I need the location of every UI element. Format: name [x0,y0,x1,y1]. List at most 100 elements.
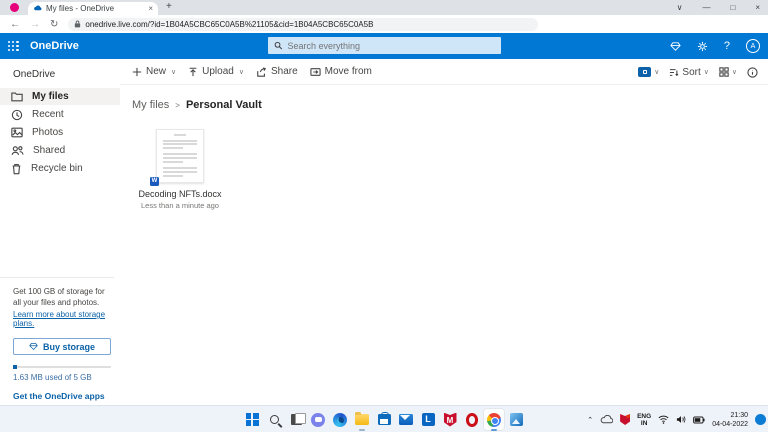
command-bar: New ∨ Upload ∨ Share Move from ∨ [120,59,768,85]
start-button[interactable] [241,408,263,431]
forward-icon[interactable]: → [30,19,40,30]
chrome-icon [487,413,501,427]
photos-app-icon [510,413,523,426]
thumb-line [163,171,197,173]
language-indicator[interactable]: ENG IN [637,413,651,427]
opera-button[interactable] [461,408,483,431]
chevron-down-icon: ∨ [654,68,659,76]
reload-icon[interactable]: ↻ [50,19,58,30]
account-avatar[interactable]: A [746,39,760,53]
upload-icon [188,67,198,77]
photos-icon [11,127,23,138]
storage-used-text: 1.63 MB used of 5 GB [13,373,114,382]
mcafee-shield-icon: M [444,413,457,427]
thumb-line [163,140,197,142]
search-input[interactable] [287,41,495,51]
clock[interactable]: 21:30 04-04-2022 [712,411,748,429]
sidebar-item-shared[interactable]: Shared [0,142,120,159]
new-button[interactable]: New ∨ [132,66,176,77]
move-from-button[interactable]: Move from [310,66,372,77]
move-from-label: Move from [325,66,372,77]
onedrive-tray-icon[interactable] [600,415,613,424]
sort-label: Sort [682,67,700,78]
chevron-down-icon: ∨ [239,68,244,76]
battery-icon[interactable] [693,416,705,424]
sidebar-item-recent[interactable]: Recent [0,106,120,123]
document-thumbnail [156,129,204,183]
edge-button[interactable] [329,408,351,431]
breadcrumb-current: Personal Vault [186,99,262,111]
mcafee-tray-icon[interactable] [620,414,630,425]
taskbar-search-button[interactable] [263,408,285,431]
sidebar-title: OneDrive [0,59,120,88]
window-maximize-icon[interactable]: □ [730,3,735,12]
language-line1: ENG [637,413,651,420]
settings-gear-icon[interactable] [697,41,708,52]
info-icon[interactable] [747,67,758,78]
sidebar-item-my-files[interactable]: My files [0,88,120,105]
main-content: New ∨ Upload ∨ Share Move from ∨ [120,59,768,405]
file-explorer-button[interactable] [351,408,373,431]
chevron-down-icon: ∨ [732,68,737,76]
thumb-line [163,147,183,149]
tab-close-icon[interactable]: × [148,4,153,13]
wifi-icon[interactable] [658,415,669,424]
mcafee-button[interactable]: M [439,408,461,431]
sidebar: OneDrive My files Recent Photos Shared R… [0,59,120,405]
sidebar-item-recycle-bin[interactable]: Recycle bin [0,160,120,177]
upload-button[interactable]: Upload ∨ [188,66,244,77]
storage-promo-text: Get 100 GB of storage for all your files… [13,286,111,308]
vault-status-button[interactable]: ∨ [638,67,659,77]
teams-chat-button[interactable] [307,408,329,431]
new-tab-button[interactable]: + [166,1,172,12]
window-close-icon[interactable]: × [755,3,760,12]
window-minimize-icon[interactable]: — [702,3,710,12]
sidebar-footer: Get 100 GB of storage for all your files… [0,277,114,401]
tab-title: My files - OneDrive [46,4,144,13]
tray-overflow-chevron-icon[interactable]: ⌃ [587,416,593,424]
get-onedrive-apps-link[interactable]: Get the OneDrive apps [13,391,114,401]
breadcrumb-my-files[interactable]: My files [132,99,169,111]
share-button[interactable]: Share [256,66,298,77]
url-bar[interactable]: onedrive.live.com/?id=1B04A5CBC65C0A5B%2… [68,18,538,31]
store-icon [378,414,391,425]
grid-view-icon [719,67,729,77]
edge-icon [333,413,347,427]
sidebar-item-photos[interactable]: Photos [0,124,120,141]
notification-badge[interactable] [755,414,766,425]
sidebar-item-label: Photos [32,127,63,138]
file-modified-time: Less than a minute ago [134,201,226,210]
tray-date: 04-04-2022 [712,421,748,428]
system-tray: ⌃ ENG IN 21:30 04-04-2022 [587,406,766,432]
onedrive-logo-text[interactable]: OneDrive [30,40,79,52]
microsoft-store-button[interactable] [373,408,395,431]
l-app-button[interactable]: L [417,408,439,431]
search-box[interactable] [268,37,501,54]
photos-app-button[interactable] [505,408,527,431]
chrome-button[interactable] [483,408,505,431]
file-name[interactable]: Decoding NFTs.docx [134,189,226,199]
view-options-button[interactable]: ∨ [719,67,737,77]
app-launcher-icon[interactable] [8,41,19,52]
recording-indicator-dot [10,3,19,12]
word-file-type-badge: W [150,177,159,186]
file-tile[interactable]: W Decoding NFTs.docx Less than a minute … [134,129,226,210]
url-text: onedrive.live.com/?id=1B04A5CBC65C0A5B%2… [85,20,373,29]
browser-tab[interactable]: My files - OneDrive × [28,2,158,15]
premium-diamond-icon[interactable] [670,41,681,52]
new-label: New [146,66,166,77]
help-icon[interactable]: ? [724,40,730,52]
storage-progress-bar [13,366,111,368]
task-view-button[interactable] [285,408,307,431]
mail-button[interactable] [395,408,417,431]
window-menu-icon[interactable]: ∨ [677,3,683,12]
windows-start-icon [246,413,259,426]
volume-icon[interactable] [676,415,686,424]
storage-plans-link[interactable]: Learn more about storage plans. [13,310,114,328]
sidebar-item-label: Recycle bin [31,163,83,174]
sort-button[interactable]: Sort ∨ [669,67,708,78]
thumb-line [163,167,197,169]
back-icon[interactable]: ← [10,19,20,30]
buy-storage-button[interactable]: Buy storage [13,338,111,355]
thumb-line [163,153,197,155]
